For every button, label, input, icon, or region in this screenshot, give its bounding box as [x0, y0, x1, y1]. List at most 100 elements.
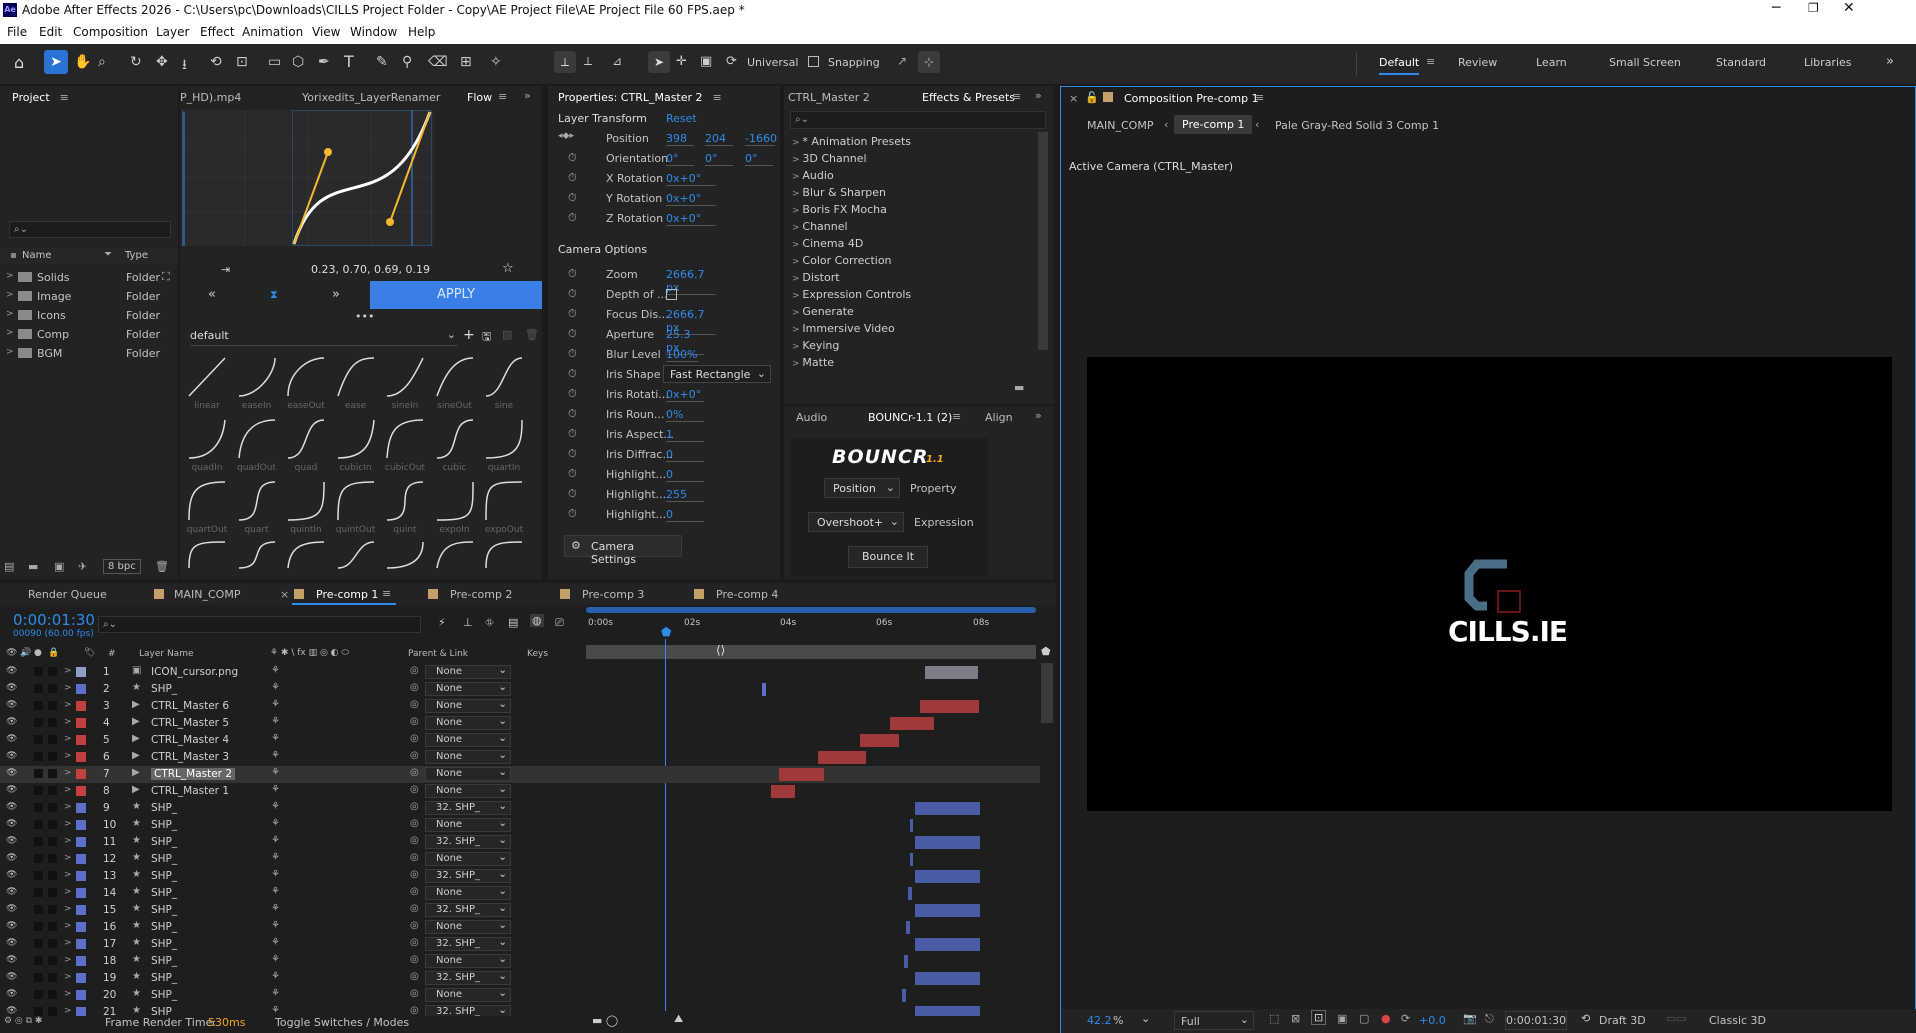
project-tab[interactable]: Project	[12, 91, 50, 104]
new-bin-icon[interactable]: ▬	[1014, 381, 1024, 394]
panel-overflow-icon[interactable]: »	[524, 89, 531, 102]
label-color[interactable]	[76, 973, 86, 983]
workspace-learn[interactable]: Learn	[1536, 56, 1567, 69]
parent-pickwhip-icon[interactable]: ◎	[410, 750, 419, 761]
panel-overflow-icon[interactable]: »	[1035, 89, 1042, 102]
eye-icon[interactable]: 👁	[6, 802, 17, 812]
apply-button[interactable]: APPLY	[370, 281, 542, 309]
position-x[interactable]: 398	[666, 132, 694, 146]
parent-pickwhip-icon[interactable]: ◎	[410, 665, 419, 676]
layer-name[interactable]: SHP_	[151, 921, 177, 933]
eye-icon[interactable]: 👁	[6, 921, 17, 931]
tab-effects-presets[interactable]: Effects & Presets	[922, 91, 1015, 104]
expand-icon[interactable]: >	[64, 870, 72, 880]
universal-select-icon[interactable]: ➤	[648, 51, 670, 73]
layer-row[interactable]: 👁 >21 ★ SHP_ ⚘ ◎ 32. SHP_ ⌄	[0, 1004, 1040, 1016]
layer-name[interactable]: ICON_cursor.png	[151, 666, 238, 678]
eye-icon[interactable]: 👁	[6, 734, 17, 744]
menu-effect[interactable]: Effect	[200, 25, 235, 39]
layer-row[interactable]: 👁 >12 ★ SHP_ ⚘ ◎ None ⌄	[0, 851, 1040, 868]
label-color[interactable]	[76, 871, 86, 881]
eye-icon[interactable]: 👁	[6, 785, 17, 795]
lock-box[interactable]	[48, 684, 57, 693]
snapping-checkbox[interactable]	[808, 56, 819, 67]
shy-switch-icon[interactable]: ⚘	[271, 988, 280, 999]
lock-box[interactable]	[48, 701, 57, 710]
solo-box[interactable]	[34, 905, 43, 914]
curve-tile[interactable]: linear	[184, 354, 230, 416]
solo-box[interactable]	[34, 922, 43, 931]
shy-switch-icon[interactable]: ⚘	[271, 1005, 280, 1016]
interpret-footage-icon[interactable]: ▤	[4, 560, 14, 573]
expand-icon[interactable]: >	[64, 989, 72, 999]
effect-category[interactable]: > Keying	[784, 337, 1034, 354]
flow-menu-icon[interactable]: ≡	[498, 90, 507, 103]
layer-duration-bar[interactable]	[915, 904, 980, 917]
expand-icon[interactable]: >	[64, 785, 72, 795]
eye-icon[interactable]: 👁	[6, 836, 17, 846]
shy-switch-icon[interactable]: ⚘	[271, 750, 280, 761]
lock-box[interactable]	[48, 786, 57, 795]
solo-box[interactable]	[34, 990, 43, 999]
eye-icon[interactable]: 👁	[6, 955, 17, 965]
effect-category[interactable]: > Channel	[784, 218, 1034, 235]
eye-icon[interactable]: 👁	[6, 751, 17, 761]
adjust-icon[interactable]: ✈	[78, 560, 87, 573]
parent-select[interactable]: 32. SHP_ ⌄	[425, 868, 511, 883]
layer-duration-bar[interactable]	[908, 887, 912, 900]
workspace-small-screen[interactable]: Small Screen	[1609, 56, 1681, 69]
tab-audio[interactable]: Audio	[796, 411, 827, 424]
stopwatch-icon[interactable]: ⏱	[568, 287, 577, 301]
lock-box[interactable]	[48, 939, 57, 948]
add-preset-icon[interactable]: +	[463, 327, 475, 343]
layer-name[interactable]: SHP_	[151, 853, 177, 865]
playhead-handle[interactable]: ⬟	[661, 625, 671, 639]
snapshot-icon[interactable]: 📷	[1463, 1012, 1477, 1025]
parent-select[interactable]: None ⌄	[425, 749, 511, 764]
camera-value[interactable]: 0x+0°	[666, 388, 704, 402]
reset-link[interactable]: Reset	[666, 112, 697, 125]
layer-name[interactable]: CTRL_Master 1	[151, 785, 229, 797]
zoom-slider-track[interactable]	[586, 645, 1036, 659]
effect-category[interactable]: > Audio	[784, 167, 1034, 184]
eye-icon[interactable]: 👁	[6, 666, 17, 676]
curve-tile[interactable]: quadOut	[234, 416, 280, 478]
property-select[interactable]: Position ⌄	[824, 478, 900, 498]
tab-align[interactable]: Align	[985, 411, 1013, 424]
color-icon[interactable]: ●	[1381, 1012, 1391, 1025]
layer-name[interactable]: SHP_	[151, 887, 177, 899]
project-item[interactable]: > Comp Folder	[0, 325, 178, 343]
preset-select[interactable]: default ⌄	[190, 326, 458, 346]
pen-tool-icon[interactable]: ✒	[318, 54, 330, 70]
layer-row[interactable]: 👁 >8 ▶ CTRL_Master 1 ⚘ ◎ None ⌄	[0, 783, 1040, 800]
tab-effect-controls[interactable]: CTRL_Master 2	[788, 91, 870, 104]
guides-icon[interactable]: ⊡	[1311, 1010, 1327, 1025]
project-search-input[interactable]: ⌕⌄	[9, 221, 171, 238]
layer-name[interactable]: SHP_	[151, 870, 177, 882]
parent-select[interactable]: None ⌄	[425, 885, 511, 900]
bouncr-menu-icon[interactable]: ≡	[952, 410, 961, 423]
snap-grid-icon[interactable]: ⊹	[918, 51, 940, 73]
layer-row[interactable]: 👁 >10 ★ SHP_ ⚘ ◎ None ⌄	[0, 817, 1040, 834]
expand-icon[interactable]: >	[6, 271, 14, 281]
label-color[interactable]	[76, 701, 86, 711]
view-select[interactable]: Classic 3D	[1709, 1014, 1766, 1027]
layer-duration-bar[interactable]	[762, 683, 766, 696]
stopwatch-icon[interactable]: ⏱	[568, 171, 577, 185]
orientation-x[interactable]: 0°	[666, 152, 694, 166]
layer-duration-bar[interactable]	[779, 768, 824, 781]
parent-select[interactable]: None ⌄	[425, 732, 511, 747]
lock-box[interactable]	[48, 752, 57, 761]
eraser-tool-icon[interactable]: ⌫	[428, 54, 448, 70]
shy-switch-icon[interactable]: ⚘	[271, 716, 280, 727]
layer-row[interactable]: 👁 >19 ★ SHP_ ⚘ ◎ 32. SHP_ ⌄	[0, 970, 1040, 987]
trash-icon[interactable]: 🗑	[155, 560, 169, 573]
snap-options-icon[interactable]: ↗	[897, 54, 907, 68]
axis-world-icon[interactable]: ⟂	[584, 54, 592, 69]
tab-hd-mp4[interactable]: P_HD).mp4	[180, 91, 241, 104]
parent-select[interactable]: 32. SHP_ ⌄	[425, 936, 511, 951]
layer-duration-bar[interactable]	[915, 836, 980, 849]
expand-icon[interactable]: >	[6, 290, 14, 300]
layer-duration-bar[interactable]	[915, 1006, 980, 1016]
new-folder-icon[interactable]: ▬	[28, 560, 38, 573]
